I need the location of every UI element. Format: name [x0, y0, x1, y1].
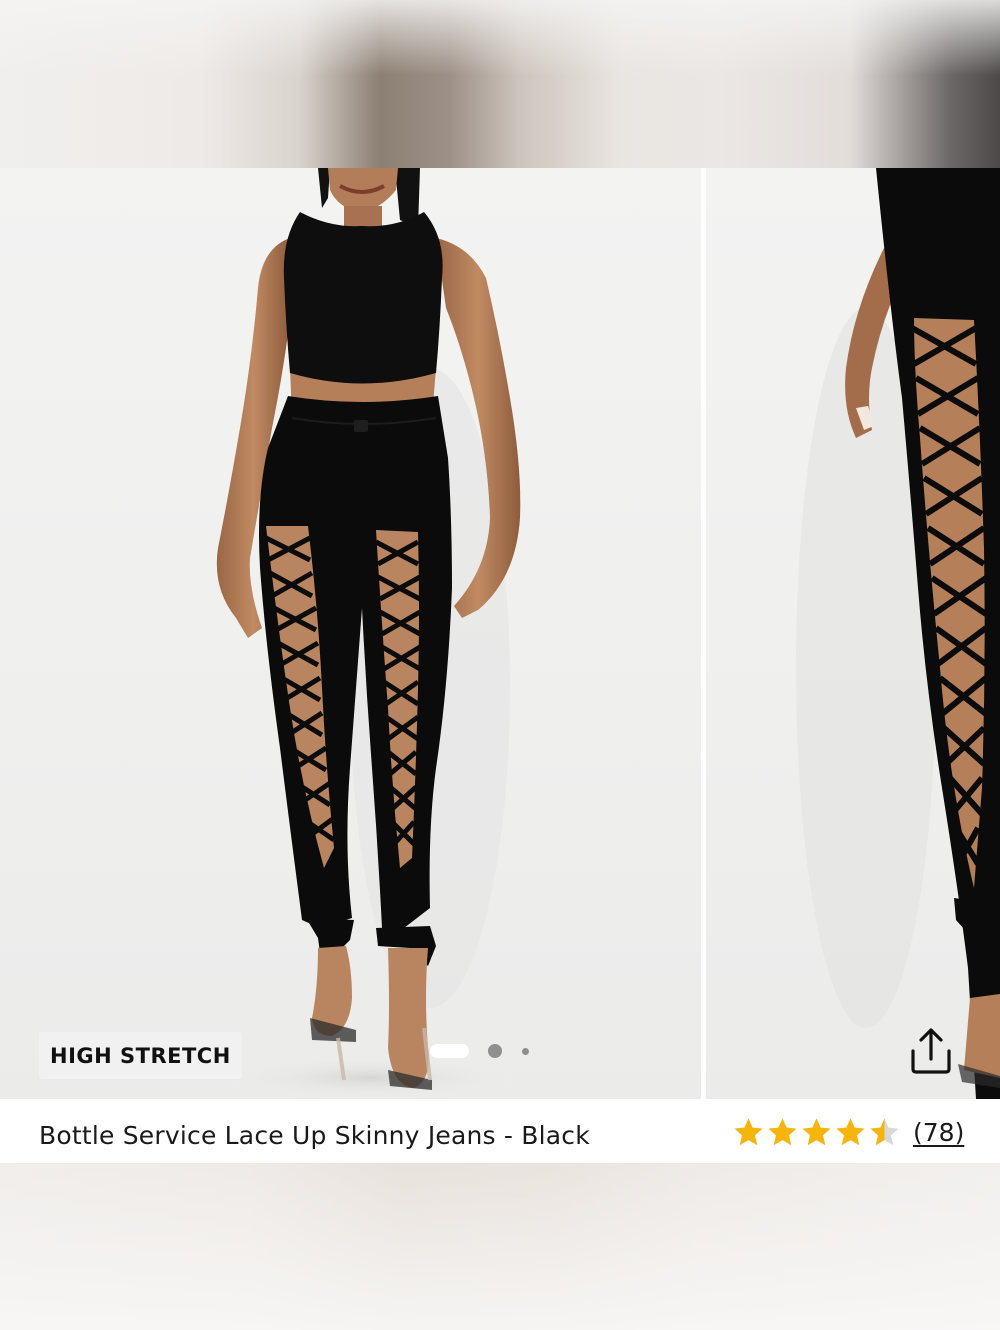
- carousel-dot[interactable]: [488, 1044, 502, 1058]
- model-side-detail-photo: [796, 168, 1000, 1099]
- carousel-pagination[interactable]: [430, 1044, 529, 1058]
- product-image-front[interactable]: HIGH STRETCH: [0, 168, 701, 1099]
- high-stretch-badge: HIGH STRETCH: [39, 1032, 242, 1079]
- star-icon: [768, 1118, 797, 1146]
- star-icon: [870, 1118, 899, 1146]
- product-image-side[interactable]: [706, 168, 1000, 1099]
- star-icon: [836, 1118, 865, 1146]
- rating-stars: [733, 1117, 903, 1147]
- product-info-row: Bottle Service Lace Up Skinny Jeans - Bl…: [0, 1099, 1000, 1163]
- share-button[interactable]: [900, 1020, 962, 1082]
- product-card[interactable]: HIGH STRETCH Bottle Service Lace Up Skin…: [0, 168, 1000, 1163]
- share-icon: [911, 1028, 951, 1074]
- blurred-backdrop-top: [0, 0, 1000, 168]
- star-icon: [734, 1118, 763, 1146]
- product-rating[interactable]: (78): [733, 1117, 964, 1147]
- review-count-link[interactable]: (78): [913, 1118, 964, 1147]
- product-image-carousel[interactable]: HIGH STRETCH: [0, 168, 1000, 1099]
- blurred-backdrop-bottom: [0, 1163, 1000, 1330]
- star-icon: [802, 1118, 831, 1146]
- product-title[interactable]: Bottle Service Lace Up Skinny Jeans - Bl…: [39, 1121, 590, 1150]
- carousel-dot[interactable]: [522, 1047, 529, 1055]
- model-front-photo: [216, 168, 521, 1099]
- carousel-dot-active[interactable]: [430, 1044, 469, 1058]
